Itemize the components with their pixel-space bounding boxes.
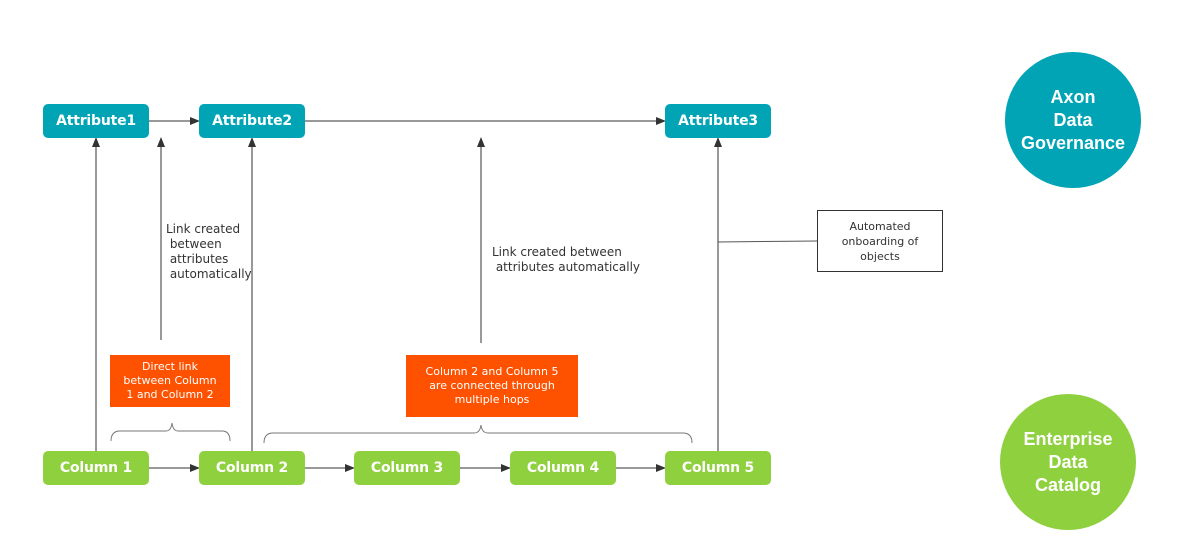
- edc-label-line2: Data: [1048, 451, 1088, 472]
- note-direct-link: Direct link between Column 1 and Column …: [110, 355, 230, 407]
- node-attribute2[interactable]: Attribute2: [199, 104, 305, 138]
- box-automated-onboarding: Automated onboarding of objects: [817, 210, 943, 272]
- axon-label-line2: Data: [1053, 109, 1093, 130]
- brace-multi-hop: [263, 424, 693, 444]
- annotation-link-left: Link created between attributes automati…: [166, 222, 252, 281]
- note-multi-hop: Column 2 and Column 5 are connected thro…: [406, 355, 578, 417]
- axon-label-line1: Axon: [1050, 86, 1096, 107]
- system-axon-data-governance: Axon Data Governance: [1005, 52, 1141, 188]
- annotation-link-middle: Link created between attributes automati…: [492, 245, 641, 274]
- edc-label-line3: Catalog: [1034, 474, 1101, 495]
- edc-label: Enterprise Data Catalog: [1023, 428, 1112, 497]
- node-column4[interactable]: Column 4: [510, 451, 616, 485]
- node-column5[interactable]: Column 5: [665, 451, 771, 485]
- edc-label-line1: Enterprise: [1023, 428, 1113, 449]
- axon-label: Axon Data Governance: [1021, 86, 1125, 155]
- brace-direct-link: [110, 422, 231, 442]
- onboarding-connector: [717, 240, 818, 243]
- node-attribute3[interactable]: Attribute3: [665, 104, 771, 138]
- system-enterprise-data-catalog: Enterprise Data Catalog: [1000, 394, 1136, 530]
- node-column2[interactable]: Column 2: [199, 451, 305, 485]
- diagram-canvas: Attribute1 Attribute2 Attribute3 Column …: [0, 0, 1188, 553]
- node-column3[interactable]: Column 3: [354, 451, 460, 485]
- node-column1[interactable]: Column 1: [43, 451, 149, 485]
- node-attribute1[interactable]: Attribute1: [43, 104, 149, 138]
- axon-label-line3: Governance: [1020, 132, 1126, 153]
